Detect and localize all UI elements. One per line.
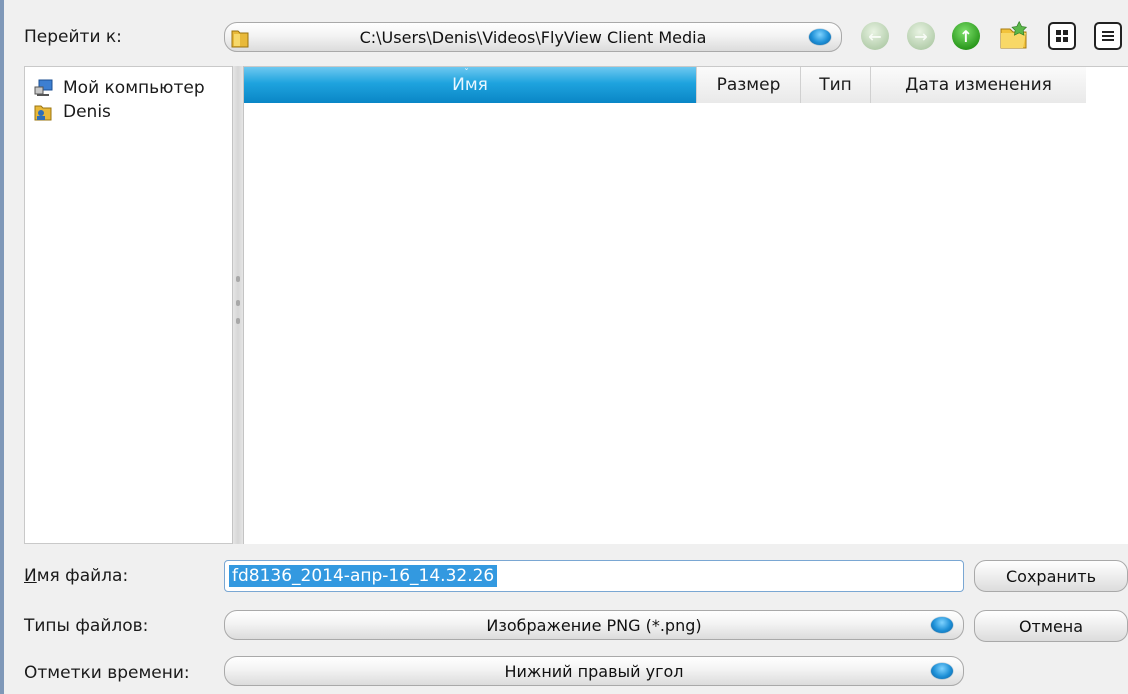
sidebar-item-computer[interactable]: Мой компьютер <box>25 76 232 100</box>
column-header-size[interactable]: Размер <box>696 67 800 103</box>
save-button[interactable]: Сохранить <box>974 560 1128 592</box>
timestamp-value: Нижний правый угол <box>504 661 684 681</box>
file-list[interactable]: ˇ Имя Размер Тип Дата изменения <box>244 66 1128 544</box>
back-icon[interactable]: ← <box>861 22 889 50</box>
sort-indicator-icon: ˇ <box>464 68 469 79</box>
up-folder-icon[interactable]: ↑ <box>952 22 980 50</box>
places-sidebar: Мой компьютер Denis <box>24 66 232 544</box>
path-dropdown-icon[interactable] <box>809 29 831 45</box>
window-border <box>0 0 4 694</box>
column-header-type[interactable]: Тип <box>800 67 870 103</box>
forward-icon[interactable]: → <box>907 22 935 50</box>
path-text: C:\Users\Denis\Videos\FlyView Client Med… <box>359 27 707 47</box>
cancel-button[interactable]: Отмена <box>974 610 1128 642</box>
column-header-date[interactable]: Дата изменения <box>870 67 1086 103</box>
panel-splitter[interactable] <box>232 66 244 544</box>
sidebar-item-label: Мой компьютер <box>63 78 205 98</box>
timestamp-label: Отметки времени: <box>24 663 190 683</box>
filename-value: fd8136_2014-апр-16_14.32.26 <box>229 565 498 587</box>
computer-icon <box>34 79 53 96</box>
filetype-value: Изображение PNG (*.png) <box>486 615 702 635</box>
list-view-icon[interactable] <box>1094 22 1122 50</box>
filename-label: Имя файла: <box>24 566 129 586</box>
goto-label: Перейти к: <box>24 27 122 47</box>
timestamp-combobox[interactable]: Нижний правый угол <box>224 656 964 686</box>
user-folder-icon <box>34 105 52 121</box>
folder-icon <box>231 30 249 48</box>
filetype-dropdown-icon[interactable] <box>931 617 953 633</box>
timestamp-dropdown-icon[interactable] <box>931 663 953 679</box>
sidebar-item-denis[interactable]: Denis <box>25 100 232 124</box>
new-folder-icon[interactable] <box>998 20 1030 52</box>
icon-view-icon[interactable] <box>1048 22 1076 50</box>
filetype-label: Типы файлов: <box>24 616 149 636</box>
column-header-name[interactable]: ˇ Имя <box>244 67 696 103</box>
sidebar-item-label: Denis <box>63 102 111 122</box>
path-combobox[interactable]: C:\Users\Denis\Videos\FlyView Client Med… <box>224 22 842 52</box>
filetype-combobox[interactable]: Изображение PNG (*.png) <box>224 610 964 640</box>
filename-input[interactable]: fd8136_2014-апр-16_14.32.26 <box>224 560 964 592</box>
